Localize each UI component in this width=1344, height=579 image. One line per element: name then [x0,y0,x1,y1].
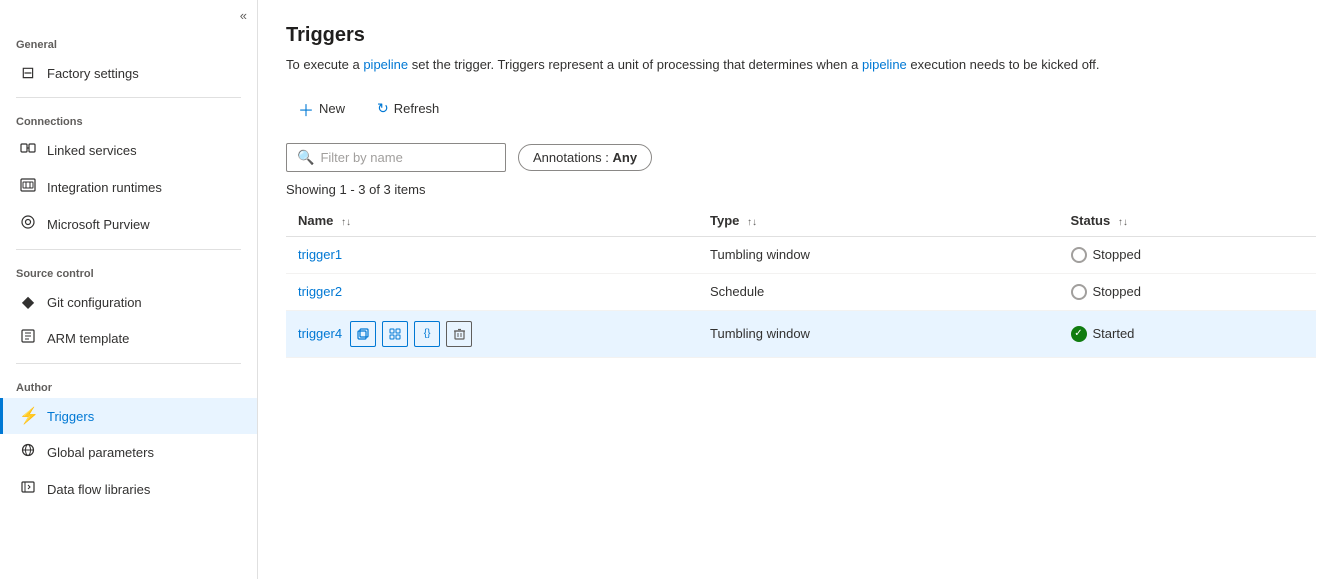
pipeline-link-2[interactable]: pipeline [862,57,907,72]
new-button[interactable]: ＋ New [286,91,357,127]
pipeline-link[interactable]: pipeline [363,57,408,72]
sidebar-item-label: Microsoft Purview [47,217,150,232]
annotations-label: Annotations [533,150,602,165]
sidebar-item-data-flow-libraries[interactable]: Data flow libraries [0,471,257,508]
col-name[interactable]: Name ↑↓ [286,205,698,237]
global-params-icon [19,442,37,463]
section-connections: Connections [0,104,257,132]
sidebar: « General ⊟ Factory settings Connections… [0,0,258,579]
filter-row: 🔍 Annotations : Any [286,143,1316,172]
table-row[interactable]: trigger2 Schedule Stopped [286,273,1316,310]
triggers-table: Name ↑↓ Type ↑↓ Status ↑↓ trigger1 Tumbli… [286,205,1316,358]
cell-status: ✓ Started [1059,310,1317,357]
col-type[interactable]: Type ↑↓ [698,205,1059,237]
filter-input-wrap[interactable]: 🔍 [286,143,506,172]
annotations-button[interactable]: Annotations : Any [518,144,652,171]
divider-author [16,363,241,364]
sidebar-item-label: ARM template [47,331,129,346]
integration-runtimes-icon [19,177,37,198]
arm-template-icon [19,328,37,349]
git-icon: ◆ [19,292,37,312]
cell-type: Tumbling window [698,236,1059,273]
cell-name: trigger1 [286,236,698,273]
trigger-link[interactable]: trigger2 [298,284,342,299]
page-description: To execute a pipeline set the trigger. T… [286,55,1286,75]
refresh-button[interactable]: ↻ Refresh [365,94,451,123]
search-icon: 🔍 [297,149,314,166]
divider-source-control [16,249,241,250]
section-source-control: Source control [0,256,257,284]
annotations-colon: : [605,150,612,165]
status-text: Started [1093,326,1135,341]
status-badge: Stopped [1071,284,1305,300]
status-badge: Stopped [1071,247,1305,263]
main-content: Triggers To execute a pipeline set the t… [258,0,1344,579]
sidebar-item-integration-runtimes[interactable]: Integration runtimes [0,169,257,206]
sidebar-item-label: Data flow libraries [47,482,150,497]
section-author: Author [0,370,257,398]
annotations-value: Any [613,150,638,165]
collapse-button[interactable]: « [0,0,257,27]
sidebar-item-git-configuration[interactable]: ◆ Git configuration [0,284,257,320]
data-flow-libraries-icon [19,479,37,500]
row-actions: {} [350,321,472,347]
trigger-link[interactable]: trigger1 [298,247,342,262]
table-row[interactable]: trigger4 {} Tumbling window ✓ Started [286,310,1316,357]
table-header-row: Name ↑↓ Type ↑↓ Status ↑↓ [286,205,1316,237]
triggers-icon: ⚡ [19,406,37,426]
filter-input[interactable] [320,150,495,165]
cell-name: trigger4 {} [286,310,698,357]
refresh-label: Refresh [394,101,440,116]
purview-icon [19,214,37,235]
factory-settings-icon: ⊟ [19,63,37,83]
cell-type: Schedule [698,273,1059,310]
plus-icon: ＋ [298,97,314,121]
table-row[interactable]: trigger1 Tumbling window Stopped [286,236,1316,273]
cell-name: trigger2 [286,273,698,310]
sidebar-item-label: Git configuration [47,295,142,310]
sidebar-item-linked-services[interactable]: Linked services [0,132,257,169]
cell-status: Stopped [1059,236,1317,273]
sidebar-item-label: Factory settings [47,66,139,81]
count-label: Showing 1 - 3 of 3 items [286,182,1316,197]
new-label: New [319,101,345,116]
type-sort-icon[interactable]: ↑↓ [747,217,757,228]
sidebar-item-factory-settings[interactable]: ⊟ Factory settings [0,55,257,91]
col-status[interactable]: Status ↑↓ [1059,205,1317,237]
status-dot: ✓ [1071,326,1087,342]
sidebar-item-arm-template[interactable]: ARM template [0,320,257,357]
toolbar: ＋ New ↻ Refresh [286,91,1316,127]
linked-services-icon [19,140,37,161]
sidebar-item-microsoft-purview[interactable]: Microsoft Purview [0,206,257,243]
divider-connections [16,97,241,98]
status-dot [1071,247,1087,263]
name-sort-icon[interactable]: ↑↓ [341,217,351,228]
page-title: Triggers [286,24,1316,47]
delete-icon[interactable] [446,321,472,347]
sidebar-item-label: Global parameters [47,445,154,460]
code-icon[interactable]: {} [414,321,440,347]
cell-status: Stopped [1059,273,1317,310]
cell-type: Tumbling window [698,310,1059,357]
status-badge: ✓ Started [1071,326,1305,342]
sidebar-item-label: Integration runtimes [47,180,162,195]
runs-icon[interactable] [382,321,408,347]
status-text: Stopped [1093,284,1141,299]
status-text: Stopped [1093,247,1141,262]
refresh-icon: ↻ [377,100,389,117]
status-dot [1071,284,1087,300]
sidebar-item-triggers[interactable]: ⚡ Triggers [0,398,257,434]
sidebar-item-label: Linked services [47,143,137,158]
status-sort-icon[interactable]: ↑↓ [1118,217,1128,228]
copy-icon[interactable] [350,321,376,347]
section-general: General [0,27,257,55]
trigger-link[interactable]: trigger4 [298,326,342,341]
sidebar-item-global-parameters[interactable]: Global parameters [0,434,257,471]
sidebar-item-label: Triggers [47,409,94,424]
